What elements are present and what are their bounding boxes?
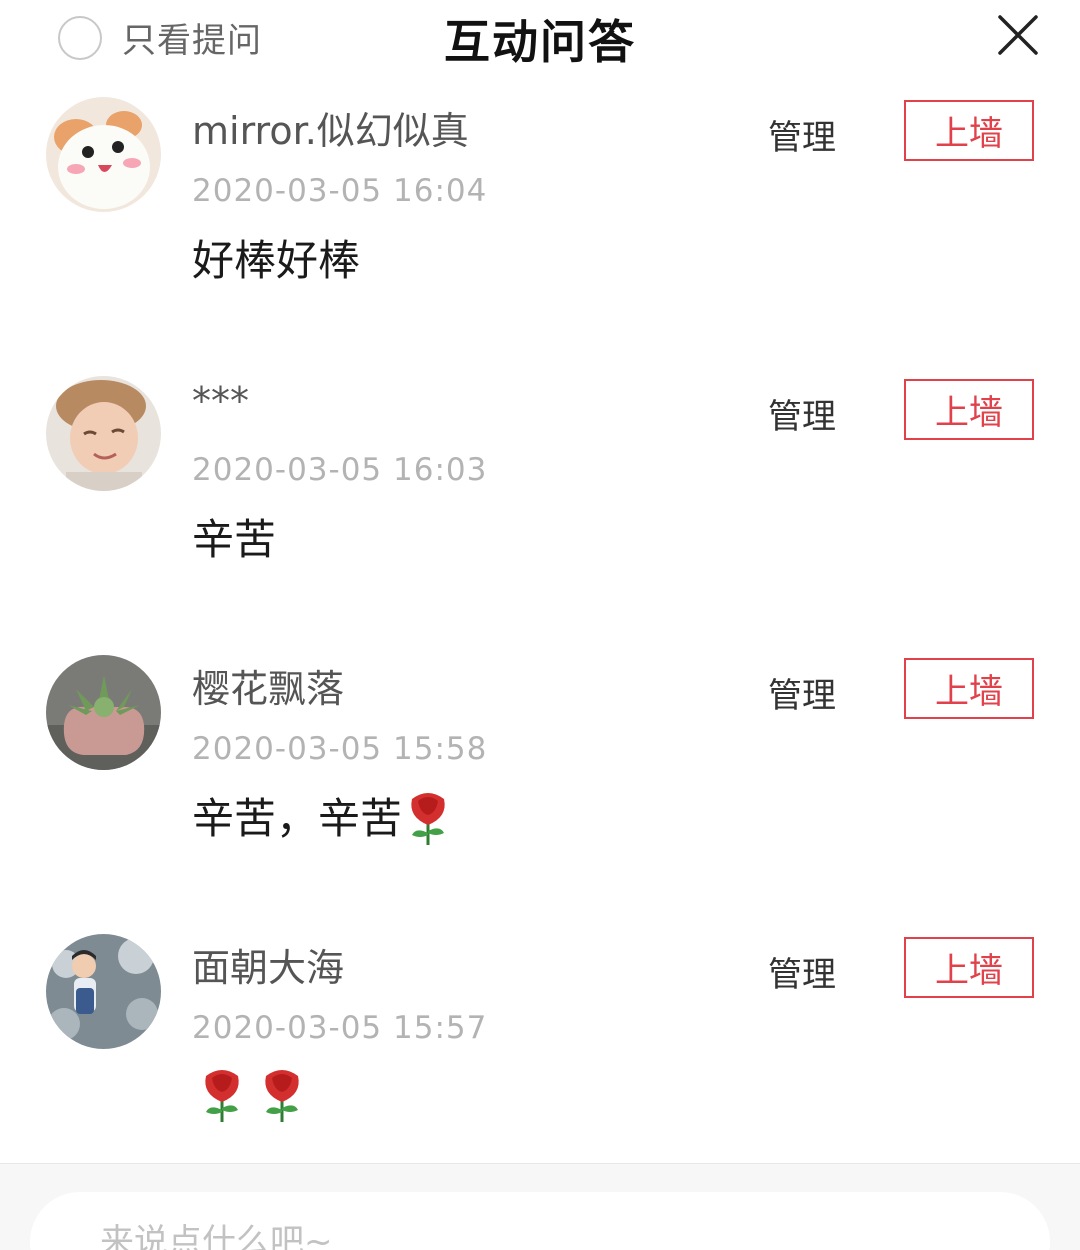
comment-content: 辛苦，辛苦: [192, 785, 462, 846]
hamster-avatar[interactable]: [46, 97, 161, 212]
comment-item: mirror.似幻似真 2020-03-05 16:04 好棒好棒 管理 上墙: [0, 80, 1080, 359]
toddler-avatar[interactable]: [46, 934, 161, 1049]
commenter-name: 面朝大海: [192, 946, 345, 990]
comment-content: [192, 1064, 316, 1122]
comment-timestamp: 2020-03-05 15:57: [192, 1010, 488, 1046]
comment-item: 樱花飘落 2020-03-05 15:58 辛苦，辛苦 管理 上墙: [0, 638, 1080, 917]
comment-item: *** 2020-03-05 16:03 辛苦 管理 上墙: [0, 359, 1080, 638]
put-on-wall-button[interactable]: 上墙: [904, 379, 1034, 440]
comment-text: 辛苦，辛苦: [192, 794, 403, 843]
comment-text: 辛苦: [192, 515, 277, 564]
manage-button[interactable]: 管理: [768, 389, 836, 438]
succulent-avatar[interactable]: [46, 655, 161, 770]
put-on-wall-button[interactable]: 上墙: [904, 937, 1034, 998]
child-avatar[interactable]: [46, 376, 161, 491]
commenter-name: mirror.似幻似真: [192, 109, 469, 153]
header: 只看提问 互动问答: [0, 0, 1080, 80]
comment-content: 好棒好棒: [192, 227, 360, 288]
commenter-name: ***: [192, 379, 249, 423]
put-on-wall-button[interactable]: 上墙: [904, 658, 1034, 719]
close-icon[interactable]: [994, 11, 1042, 59]
rose-icon: [196, 1064, 248, 1122]
comment-timestamp: 2020-03-05 16:03: [192, 452, 488, 488]
comment-content: 辛苦: [192, 506, 276, 567]
comment-input[interactable]: [30, 1192, 1050, 1250]
rose-icon: [402, 787, 454, 845]
put-on-wall-button[interactable]: 上墙: [904, 100, 1034, 161]
comment-footer: [0, 1163, 1080, 1250]
comment-item: 面朝大海 2020-03-05 15:57 管理 上墙: [0, 917, 1080, 1196]
page-title: 互动问答: [444, 15, 636, 69]
manage-button[interactable]: 管理: [768, 947, 836, 996]
comment-text: 好棒好棒: [192, 236, 361, 285]
comment-timestamp: 2020-03-05 16:04: [192, 173, 488, 209]
manage-button[interactable]: 管理: [768, 110, 836, 159]
commenter-name: 樱花飘落: [192, 667, 345, 711]
manage-button[interactable]: 管理: [768, 668, 836, 717]
rose-icon: [256, 1064, 308, 1122]
comment-timestamp: 2020-03-05 15:58: [192, 731, 488, 767]
